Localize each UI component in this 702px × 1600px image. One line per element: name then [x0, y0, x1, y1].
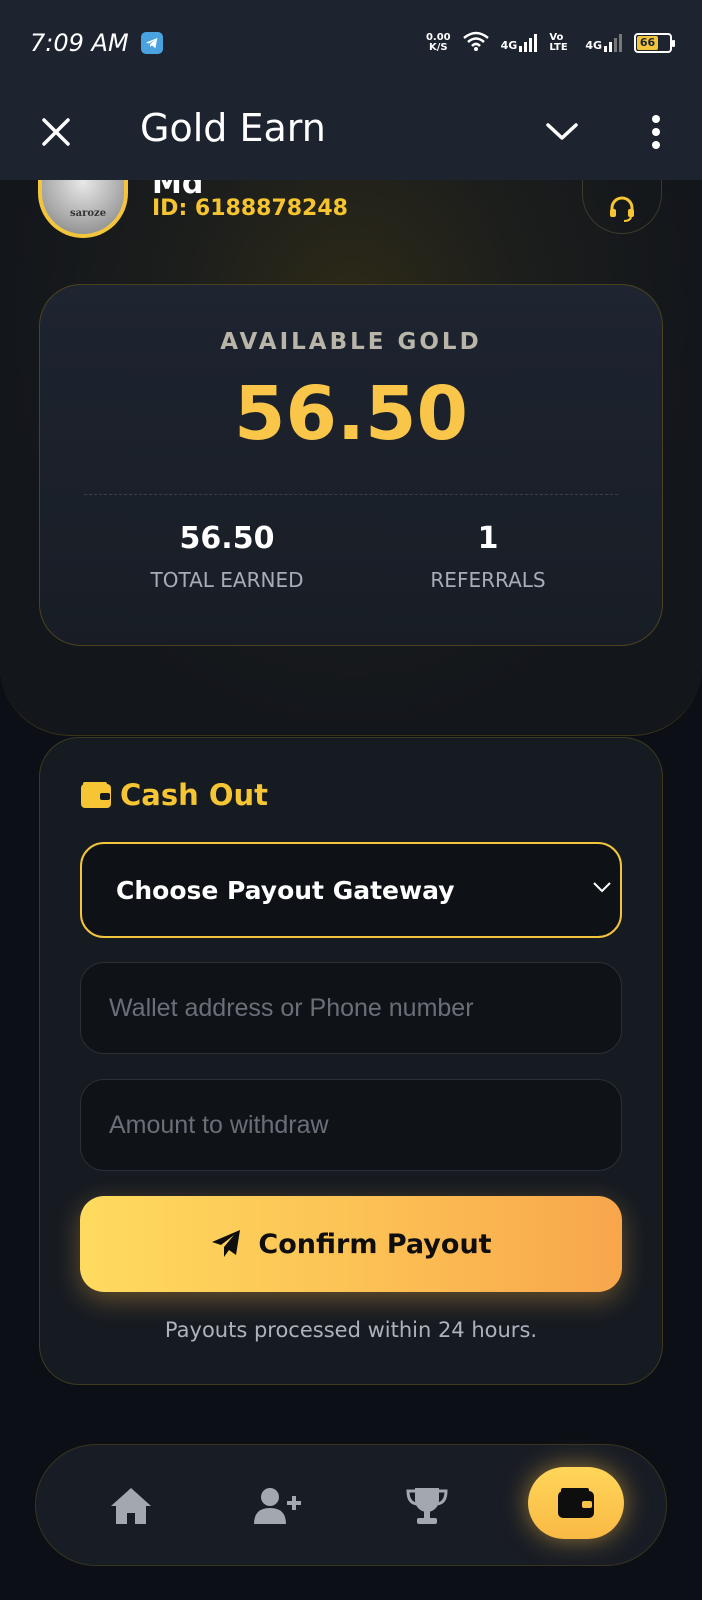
app-bar: Gold Earn: [0, 86, 702, 180]
add-user-icon: [254, 1488, 301, 1524]
cash-out-header: Cash Out: [80, 778, 268, 812]
status-indicators: 0.00 K/S 4G Vo LTE 4G 66: [426, 31, 675, 55]
referrals-stat: 1 REFERRALS: [368, 521, 608, 592]
collapse-button[interactable]: [540, 112, 584, 152]
cash-out-title: Cash Out: [120, 778, 269, 812]
wallet-address-input[interactable]: [80, 962, 622, 1054]
avatar-caption: saroze: [70, 208, 107, 219]
more-vertical-icon: [652, 115, 660, 149]
signal-1-label: 4G: [500, 39, 518, 52]
confirm-payout-button[interactable]: Confirm Payout: [80, 1196, 622, 1292]
balance-card: AVAILABLE GOLD 56.50 56.50 TOTAL EARNED …: [39, 284, 663, 646]
home-icon: [111, 1488, 151, 1524]
confirm-payout-label: Confirm Payout: [258, 1228, 492, 1260]
telegram-icon: [140, 32, 163, 54]
trophy-icon: [406, 1488, 448, 1524]
nav-home[interactable]: [96, 1471, 166, 1541]
nav-referrals[interactable]: [242, 1471, 312, 1541]
app-title: Gold Earn: [140, 106, 326, 150]
send-icon: [212, 1230, 241, 1257]
volte-label: Vo LTE: [549, 32, 568, 53]
cash-out-card: Cash Out Choose Payout Gateway Confirm P…: [39, 737, 663, 1385]
referrals-value: 1: [477, 521, 499, 556]
battery-level: 66: [637, 36, 659, 50]
user-id: ID: 6188878248: [152, 196, 348, 221]
signal-2: 4G: [585, 34, 622, 52]
profile-hero: saroze Md ID: 6188878248 AVAILABLE GOLD …: [0, 166, 702, 736]
signal-bars-icon: [519, 34, 538, 52]
avatar[interactable]: saroze: [38, 178, 128, 238]
network-speed-unit: K/S: [428, 42, 448, 53]
nav-leaderboard[interactable]: [392, 1471, 462, 1541]
avatar-photo: [42, 178, 124, 234]
balance-divider: [84, 494, 618, 495]
more-options-button[interactable]: [636, 106, 676, 158]
referrals-label: REFERRALS: [430, 568, 546, 592]
withdraw-amount-input[interactable]: [80, 1079, 622, 1171]
total-earned-value: 56.50: [179, 521, 275, 556]
payout-gateway-select[interactable]: Choose Payout Gateway: [80, 842, 622, 938]
available-gold-label: AVAILABLE GOLD: [220, 329, 482, 355]
chevron-down-icon: [546, 123, 578, 140]
close-button[interactable]: [36, 112, 76, 152]
bottom-nav: [35, 1444, 667, 1566]
signal-2-label: 4G: [585, 39, 602, 52]
status-bar: 7:09 AM 0.00 K/S 4G Vo LTE 4G 66: [0, 0, 702, 86]
chevron-down-icon: [593, 882, 611, 893]
network-speed: 0.00 K/S: [426, 33, 451, 53]
wallet-icon: [558, 1488, 594, 1518]
signal-1: 4G: [501, 34, 538, 52]
available-gold-amount: 56.50: [233, 371, 469, 457]
battery-icon: 66: [634, 33, 675, 53]
total-earned-label: TOTAL EARNED: [150, 568, 304, 592]
total-earned-stat: 56.50 TOTAL EARNED: [107, 521, 347, 592]
nav-wallet[interactable]: [528, 1467, 624, 1539]
signal-bars-icon: [604, 34, 622, 52]
wallet-icon: [81, 782, 111, 808]
status-time: 7:09 AM: [30, 29, 129, 57]
payout-note: Payouts processed within 24 hours.: [164, 1318, 538, 1342]
wifi-icon: [462, 31, 489, 55]
payout-gateway-label: Choose Payout Gateway: [116, 875, 455, 905]
headset-icon: [610, 196, 634, 222]
close-icon: [42, 118, 70, 146]
